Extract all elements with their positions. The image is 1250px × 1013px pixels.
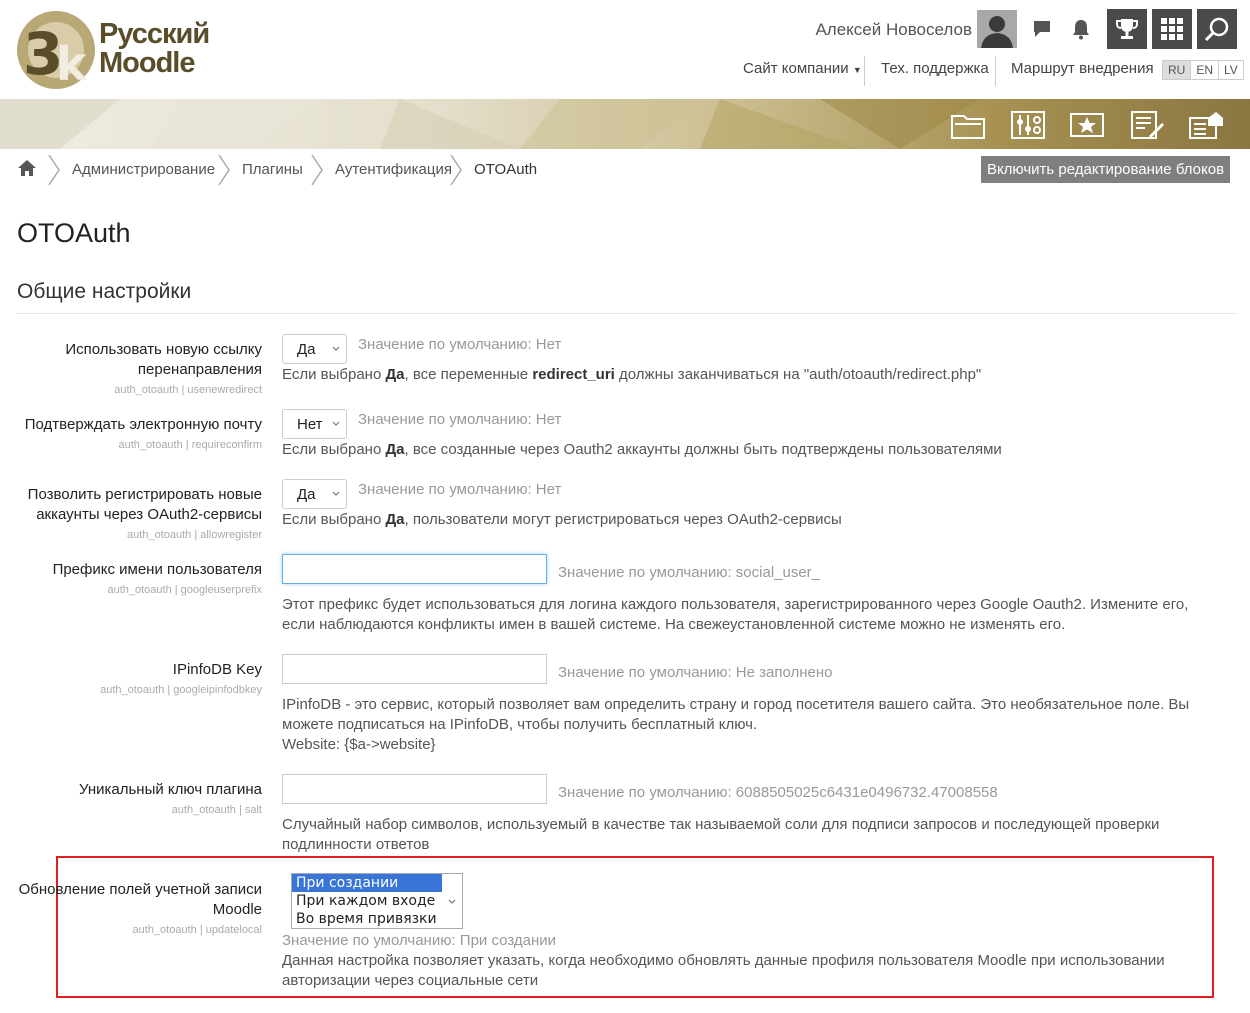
description-salt: Случайный набор символов, используемый в… [282, 816, 1160, 853]
setting-key-googleipinfodbkey: auth_otoauth | googleipinfodbkey [100, 684, 262, 696]
select-value: Да [297, 485, 316, 503]
description-requireconfirm: Если выбрано Да, все созданные через Oau… [282, 441, 1002, 458]
nav-separator [864, 56, 865, 86]
default-value-allowregister: Значение по умолчанию: Нет [358, 481, 562, 498]
user-name[interactable]: Алексей Новоселов [815, 20, 972, 40]
chevron-down-icon [332, 421, 340, 426]
description-allowregister: Если выбрано Да, пользователи могут реги… [282, 511, 842, 528]
salt-input[interactable] [282, 774, 547, 804]
option-on-create[interactable]: При создании [292, 874, 442, 892]
setting-key-usenewredirect: auth_otoauth | usenewredirect [114, 384, 262, 396]
chevron-down-icon [448, 899, 456, 904]
breadcrumb-auth[interactable]: Аутентификация [335, 161, 452, 178]
folder-icon[interactable] [950, 110, 986, 140]
select-value: Да [297, 340, 316, 358]
setting-label-googleipinfodbkey: IPinfoDB Key [172, 661, 262, 678]
breadcrumb-plugins[interactable]: Плагины [242, 161, 303, 178]
header-banner [0, 99, 1250, 149]
select-value: Нет [297, 415, 323, 433]
breadcrumb-chevron-icon [218, 154, 230, 186]
description-updatelocal: Данная настройка позволяет указать, когд… [282, 952, 1165, 989]
breadcrumb-current: OTOAuth [474, 161, 538, 178]
lang-ru[interactable]: RU [1163, 61, 1192, 79]
setting-key-updatelocal: auth_otoauth | updatelocal [132, 924, 262, 936]
user-avatar[interactable] [977, 10, 1017, 48]
setting-key-salt: auth_otoauth | salt [171, 804, 262, 816]
nav-route[interactable]: Маршрут внедрения [1011, 60, 1154, 77]
language-switcher: RU EN LV [1162, 60, 1244, 80]
home-icon[interactable] [17, 159, 37, 182]
setting-label-salt: Уникальный ключ плагина [78, 781, 262, 798]
setting-label-googleuserprefix: Префикс имени пользователя [52, 561, 262, 578]
setting-key-requireconfirm: auth_otoauth | requireconfirm [118, 439, 263, 451]
nav-company-label: Сайт компании [743, 60, 849, 77]
lang-lv[interactable]: LV [1219, 61, 1243, 79]
section-title: Общие настройки [17, 280, 192, 303]
caret-down-icon: ▼ [852, 65, 862, 75]
settings-sliders-icon[interactable] [1010, 110, 1046, 140]
username-prefix-input[interactable] [282, 554, 547, 584]
default-value-googleuserprefix: Значение по умолчанию: social_user_ [558, 564, 821, 581]
default-value-googleipinfodbkey: Значение по умолчанию: Не заполнено [558, 664, 833, 681]
breadcrumb-chevron-icon [311, 154, 323, 186]
requireconfirm-select[interactable]: Нет [282, 409, 347, 439]
option-on-link[interactable]: Во время привязки [292, 910, 462, 928]
trophy-button[interactable] [1107, 9, 1147, 49]
star-certificate-icon[interactable] [1069, 110, 1105, 140]
setting-label-updatelocal: Обновление полей учетной записи Moodle [18, 881, 262, 918]
setting-key-googleuserprefix: auth_otoauth | googleuserprefix [107, 584, 262, 596]
trophy-icon [1116, 19, 1138, 39]
option-every-login[interactable]: При каждом входе [292, 892, 462, 910]
default-value-requireconfirm: Значение по умолчанию: Нет [358, 411, 562, 428]
logo-line1: Русский [99, 18, 210, 50]
allowregister-select[interactable]: Да [282, 479, 347, 509]
banner-pattern [0, 99, 980, 149]
breadcrumb-chevron-icon [450, 154, 462, 186]
notifications-bell-icon[interactable] [1062, 10, 1100, 48]
page-title: OTOAuth [17, 218, 131, 248]
section-divider [17, 313, 1237, 314]
description-googleipinfodbkey: IPinfoDB - это сервис, который позволяет… [282, 696, 1190, 753]
setting-key-allowregister: auth_otoauth | allowregister [127, 529, 262, 541]
logo-line2: Moodle [99, 47, 196, 79]
lang-en[interactable]: EN [1191, 61, 1220, 79]
edit-blocks-button[interactable]: Включить редактирование блоков [981, 156, 1230, 183]
report-edit-icon[interactable] [1129, 110, 1165, 140]
nav-company-site[interactable]: Сайт компании ▼ [743, 60, 862, 77]
breadcrumb-admin[interactable]: Администрирование [72, 161, 215, 178]
search-button[interactable] [1197, 9, 1237, 49]
updatelocal-listbox[interactable]: При создании При каждом входе Во время п… [291, 873, 463, 929]
breadcrumb-chevron-icon [48, 154, 60, 186]
site-admin-icon[interactable] [1188, 110, 1224, 140]
apps-grid-button[interactable] [1152, 9, 1192, 49]
avatar-silhouette-icon [977, 10, 1017, 48]
setting-label-allowregister: Позволить регистрировать новые аккаунты … [27, 486, 262, 523]
default-value-usenewredirect: Значение по умолчанию: Нет [358, 336, 562, 353]
usenewredirect-select[interactable]: Да [282, 334, 347, 364]
setting-label-usenewredirect: Использовать новую ссылку перенаправлени… [65, 341, 262, 378]
search-icon [1204, 17, 1229, 42]
messages-icon[interactable] [1023, 10, 1061, 48]
default-value-salt: Значение по умолчанию: 6088505025c6431e0… [558, 784, 998, 801]
logo-3k-icon: 3 k [17, 11, 95, 91]
logo-text: Русский Moodle [99, 18, 210, 79]
chevron-down-icon [332, 346, 340, 351]
description-usenewredirect: Если выбрано Да, все переменные redirect… [282, 366, 982, 383]
ipinfodb-key-input[interactable] [282, 654, 547, 684]
svg-text:k: k [56, 37, 88, 91]
nav-separator [995, 56, 996, 86]
setting-label-requireconfirm: Подтверждать электронную почту [24, 416, 262, 433]
nav-support[interactable]: Тех. поддержка [881, 60, 989, 77]
chevron-down-icon [332, 491, 340, 496]
default-value-updatelocal: Значение по умолчанию: При создании [282, 932, 556, 949]
grid-icon [1161, 18, 1183, 40]
description-googleuserprefix: Этот префикс будет использоваться для ло… [282, 596, 1189, 633]
